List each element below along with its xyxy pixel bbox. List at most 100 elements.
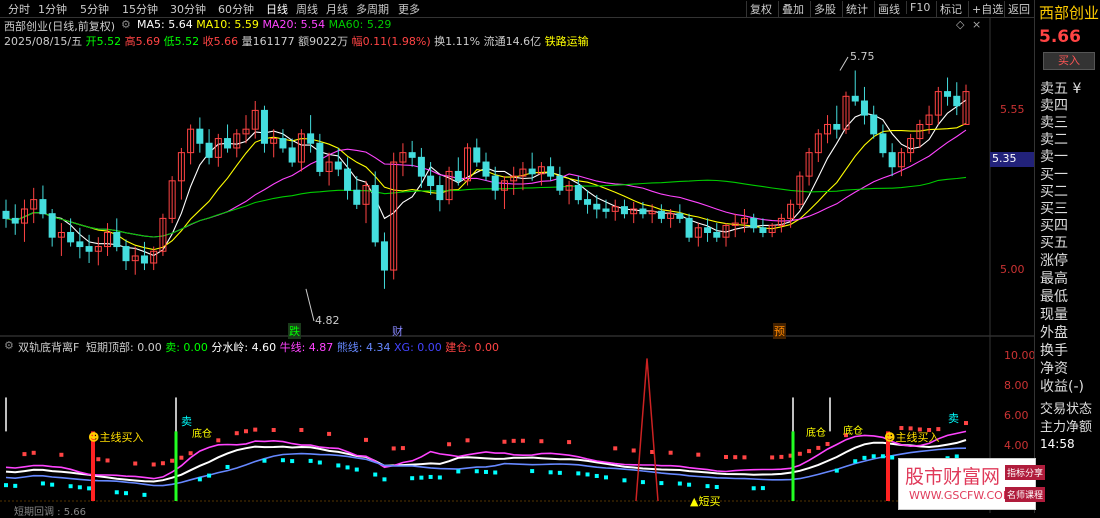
event-marker-drop[interactable]: 跌 bbox=[288, 323, 301, 339]
quote-field-9: 买五 bbox=[1040, 235, 1068, 251]
ind-square bbox=[668, 450, 673, 455]
ind-square bbox=[133, 461, 138, 466]
diamond-icon[interactable]: ◇ bbox=[956, 18, 964, 31]
low-annotation: 4.82 bbox=[315, 314, 340, 327]
toolbar-button-8[interactable]: 返回 bbox=[1004, 1, 1033, 17]
ind-square bbox=[96, 457, 101, 462]
candle-body bbox=[140, 255, 148, 264]
candle-body bbox=[473, 147, 481, 163]
period-tab-8[interactable]: 月线 bbox=[326, 1, 348, 17]
ind-square bbox=[13, 483, 18, 488]
candle-body bbox=[408, 152, 416, 158]
candle-body bbox=[307, 133, 315, 144]
ind-square bbox=[234, 431, 239, 436]
period-tab-5[interactable]: 60分钟 bbox=[218, 1, 254, 17]
candle-body bbox=[944, 91, 952, 97]
ind-square bbox=[816, 445, 821, 450]
ind-square bbox=[50, 482, 55, 487]
ind-square bbox=[807, 449, 812, 454]
quote-item-9: 流通14.6亿 bbox=[483, 35, 545, 48]
quote-item-0: 2025/08/15/五 bbox=[4, 35, 86, 48]
toolbar-button-4[interactable]: 画线 bbox=[874, 1, 903, 17]
period-toolbar: 分时 1分钟 5分钟 15分钟 30分钟 60分钟 日线 周线 月线 多周期 更多 复权 叠加 多股 统计… bbox=[0, 0, 1100, 18]
quote-line: 2025/08/15/五 开5.52 高5.69 低5.52 收5.66 量16… bbox=[4, 33, 589, 49]
period-tab-1[interactable]: 1分钟 bbox=[38, 1, 67, 17]
ma-line-MA10 bbox=[5, 123, 967, 251]
toolbar-button-6[interactable]: 标记 bbox=[936, 1, 965, 17]
candle-body bbox=[122, 246, 130, 262]
ind-square bbox=[742, 455, 747, 460]
quote-field-15: 换手 bbox=[1040, 343, 1068, 359]
period-tab-3[interactable]: 15分钟 bbox=[122, 1, 158, 17]
ma-line-MA20 bbox=[5, 129, 967, 238]
ind-square bbox=[705, 484, 710, 489]
candle-body bbox=[224, 138, 232, 149]
period-tab-6[interactable]: 日线 bbox=[266, 1, 288, 17]
quote-field-17: 收益(-) bbox=[1040, 379, 1084, 395]
ind-square bbox=[853, 459, 858, 464]
quote-field-19: 主力净额 bbox=[1040, 420, 1093, 435]
candle-body bbox=[67, 231, 75, 243]
indicator-settings-icon[interactable]: ⚙ bbox=[4, 339, 14, 352]
event-marker-finance[interactable]: 财 bbox=[392, 323, 403, 339]
low-pointer bbox=[305, 288, 315, 322]
ind-square bbox=[502, 439, 507, 444]
ma-label-0: MA5: 5.64 bbox=[137, 18, 197, 31]
toolbar-button-3[interactable]: 统计 bbox=[842, 1, 871, 17]
candle-body bbox=[759, 227, 767, 233]
ind-tick-8: 8.00 bbox=[1004, 379, 1029, 392]
quote-field-4: 卖一 bbox=[1040, 149, 1068, 165]
settings-icon[interactable]: ⚙ bbox=[121, 18, 131, 31]
ind-square bbox=[87, 486, 92, 491]
tag-indicator-share[interactable]: 指标分享 bbox=[1005, 465, 1046, 480]
candle-body bbox=[593, 203, 601, 210]
ind-square bbox=[59, 452, 64, 457]
ind-square bbox=[493, 470, 498, 475]
period-tab-10[interactable]: 更多 bbox=[398, 1, 420, 17]
bottom-indicator-text: 短期回调 : 5.66 bbox=[14, 507, 86, 518]
toolbar-button-7[interactable]: +自选 bbox=[968, 1, 1006, 17]
candle-body bbox=[833, 123, 841, 130]
toolbar-button-0[interactable]: 复权 bbox=[746, 1, 775, 17]
period-tab-9[interactable]: 多周期 bbox=[356, 1, 389, 17]
ind-tick-4: 4.00 bbox=[1004, 439, 1029, 452]
signal-base-2: 底仓 bbox=[806, 428, 826, 439]
event-marker-forecast[interactable]: 预 bbox=[773, 323, 786, 339]
period-tab-7[interactable]: 周线 bbox=[296, 1, 318, 17]
ind-square bbox=[170, 458, 175, 463]
toolbar-button-5[interactable]: F10 bbox=[906, 1, 933, 14]
ind-square bbox=[299, 427, 304, 432]
ind-square bbox=[520, 438, 525, 443]
ind-square bbox=[336, 463, 341, 468]
ma-line-MA60 bbox=[5, 176, 967, 238]
ind-square bbox=[724, 454, 728, 459]
candle-body bbox=[11, 217, 19, 224]
candle-body bbox=[260, 109, 268, 144]
candle-body bbox=[288, 147, 296, 163]
candle-body bbox=[417, 156, 425, 177]
buy-button[interactable]: 买入 bbox=[1043, 52, 1095, 70]
period-tab-4[interactable]: 30分钟 bbox=[170, 1, 206, 17]
candle-body bbox=[353, 189, 361, 205]
ind-square bbox=[105, 458, 110, 463]
toolbar-button-2[interactable]: 多股 bbox=[810, 1, 839, 17]
period-tab-2[interactable]: 5分钟 bbox=[80, 1, 109, 17]
ind-square bbox=[271, 427, 276, 432]
tag-teacher-course[interactable]: 名师课程 bbox=[1005, 487, 1046, 502]
ind-square bbox=[216, 438, 221, 443]
close-icon[interactable]: × bbox=[972, 18, 981, 31]
ind-value-3: 牛线: 4.87 bbox=[279, 341, 337, 354]
high-annotation: 5.75 bbox=[850, 50, 875, 63]
candle-body bbox=[676, 213, 684, 219]
ind-value-6: 建仓: 0.00 bbox=[445, 341, 499, 354]
ind-square bbox=[825, 441, 830, 446]
period-tab-0[interactable]: 分时 bbox=[8, 1, 30, 17]
toolbar-button-1[interactable]: 叠加 bbox=[778, 1, 807, 17]
ind-square bbox=[465, 438, 470, 443]
quote-item-10: 铁路运输 bbox=[544, 35, 589, 48]
candle-body bbox=[657, 210, 665, 219]
quote-field-18: 交易状态 bbox=[1040, 402, 1093, 417]
signal-main-buy-2: ☻主线买入 bbox=[884, 431, 940, 444]
candle-body bbox=[860, 100, 868, 116]
candle-body bbox=[602, 208, 610, 212]
